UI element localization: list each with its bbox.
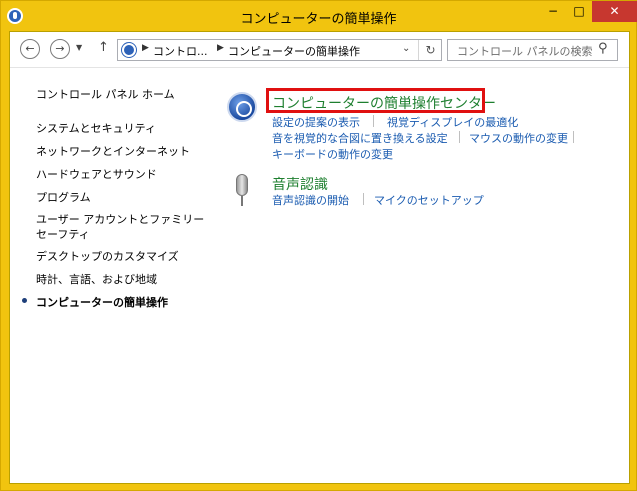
link-keyboard-settings[interactable]: キーボードの動作の変更	[272, 146, 393, 162]
breadcrumb-separator-icon[interactable]: ▶	[217, 43, 224, 53]
link-optimize-display[interactable]: 視覚ディスプレイの最適化	[387, 114, 518, 130]
close-button[interactable]: ✕	[592, 1, 637, 22]
link-start-speech-recognition[interactable]: 音声認識の開始	[272, 192, 349, 208]
search-input[interactable]: コントロール パネルの検索	[457, 43, 593, 59]
current-page-bullet-icon	[22, 298, 27, 303]
sidebar-item-personalization[interactable]: デスクトップのカスタマイズ	[36, 248, 179, 264]
title-bar[interactable]: コンピューターの簡単操作 − □ ✕	[1, 1, 637, 31]
search-icon[interactable]: ⚲	[598, 41, 608, 56]
sidebar-item-hardware-sound[interactable]: ハードウェアとサウンド	[36, 166, 157, 182]
link-microphone-setup[interactable]: マイクのセットアップ	[374, 192, 484, 208]
recent-locations-chevron-icon[interactable]: ▼	[76, 43, 82, 52]
section-title-speech-recognition[interactable]: 音声認識	[272, 174, 328, 194]
sidebar-item-user-accounts[interactable]: ユーザー アカウントとファミリー セーフティ	[36, 212, 211, 242]
link-divider	[363, 193, 364, 205]
ease-of-access-icon[interactable]	[227, 92, 257, 122]
breadcrumb-ease-of-access[interactable]: コンピューターの簡単操作	[228, 43, 360, 59]
link-sound-visual-cues[interactable]: 音を視覚的な合図に置き換える設定	[272, 130, 448, 146]
minimize-button[interactable]: −	[540, 1, 566, 22]
address-bar[interactable]: ▶ コントロ... ▶ コンピューターの簡単操作 ⌄ ↻	[117, 39, 442, 61]
sidebar-item-clock-language[interactable]: 時計、言語、および地域	[36, 271, 157, 287]
control-panel-window: コンピューターの簡単操作 − □ ✕ ← → ▼ ↑ ▶ コントロ... ▶ コ…	[0, 0, 637, 491]
maximize-button[interactable]: □	[566, 1, 592, 22]
navigation-bar: ← → ▼ ↑ ▶ コントロ... ▶ コンピューターの簡単操作 ⌄ ↻ コント…	[10, 32, 629, 68]
link-divider	[573, 131, 574, 143]
back-arrow-icon[interactable]: ←	[20, 39, 40, 59]
sidebar-item-network[interactable]: ネットワークとインターネット	[36, 143, 190, 159]
sidebar-item-label: コンピューターの簡単操作	[36, 296, 168, 309]
search-box[interactable]: コントロール パネルの検索 ⚲	[447, 39, 618, 61]
sidebar-item-programs[interactable]: プログラム	[36, 189, 91, 205]
client-area: ← → ▼ ↑ ▶ コントロ... ▶ コンピューターの簡単操作 ⌄ ↻ コント…	[9, 31, 630, 484]
ease-of-access-location-icon	[122, 43, 136, 57]
link-suggested-settings[interactable]: 設定の提案の表示	[272, 114, 360, 130]
forward-arrow-icon[interactable]: →	[50, 39, 70, 59]
address-history-chevron-icon[interactable]: ⌄	[402, 43, 410, 54]
refresh-icon[interactable]: ↻	[418, 40, 442, 60]
highlight-box	[266, 88, 485, 113]
link-mouse-settings[interactable]: マウスの動作の変更	[469, 130, 568, 146]
up-arrow-icon[interactable]: ↑	[98, 40, 109, 55]
sidebar-item-home[interactable]: コントロール パネル ホーム	[36, 86, 175, 102]
breadcrumb-control-panel[interactable]: コントロ...	[153, 43, 208, 59]
link-divider	[373, 115, 374, 127]
microphone-icon[interactable]	[236, 174, 248, 206]
breadcrumb-separator-icon[interactable]: ▶	[142, 43, 149, 53]
sidebar-item-system-security[interactable]: システムとセキュリティ	[36, 120, 156, 136]
sidebar-item-ease-of-access: コンピューターの簡単操作	[22, 294, 168, 310]
link-divider	[459, 131, 460, 143]
